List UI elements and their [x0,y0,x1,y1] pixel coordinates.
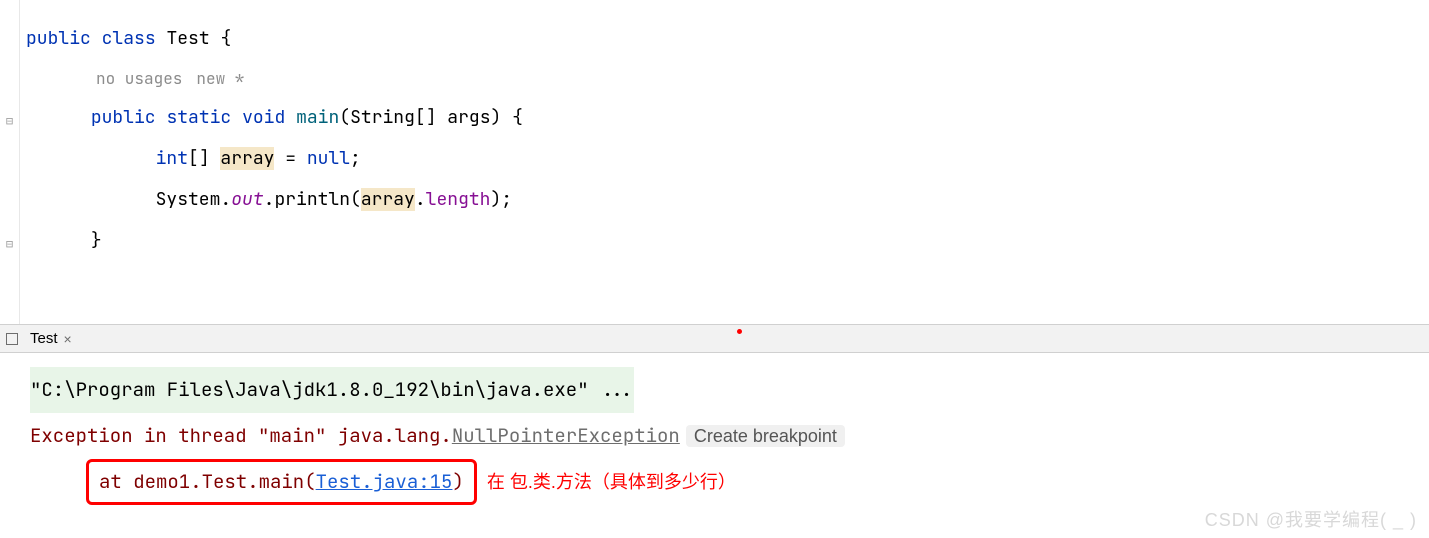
param-type: String[] [350,106,447,129]
assign: = [274,147,306,170]
console-output[interactable]: "C:\Program Files\Java\jdk1.8.0_192\bin\… [0,353,1429,505]
code-editor: ⊟ ⊟ public class Test { no usages new * p… [0,0,1429,325]
command-line: "C:\Program Files\Java\jdk1.8.0_192\bin\… [30,367,634,413]
field: out [231,188,263,211]
paren: ) [491,106,502,129]
usage-hint[interactable]: no usages [96,58,182,99]
paren: ( [339,106,350,129]
paren: ) [490,188,501,211]
exception-text: Exception in thread "main" java.lang. [30,423,452,448]
layout-icon[interactable] [2,333,22,345]
file-link[interactable]: Test.java:15 [316,469,453,494]
fold-toggle-icon[interactable]: ⊟ [6,113,13,129]
code-line: public static void main(String[] args) { [26,97,1429,138]
highlight-box: at demo1.Test.main(Test.java:15) [86,459,477,505]
vcs-hint[interactable]: new * [196,58,244,99]
code-content[interactable]: public class Test { no usages new * publi… [20,0,1429,324]
error-indicator-icon [737,329,742,334]
type: int [156,147,188,170]
code-line: System.out.println(array.length); [26,179,1429,220]
fold-toggle-icon[interactable]: ⊟ [6,236,13,252]
exception-link[interactable]: NullPointerException [452,423,680,448]
param-name: args [447,106,490,129]
variable-highlighted: array [361,188,415,211]
brace: { [501,106,523,129]
tab-label: Test [30,330,58,347]
run-config-tab[interactable]: Test × [22,328,80,349]
object: System. [156,188,232,211]
stack-location: demo1.Test.main [133,469,304,494]
close-icon[interactable]: × [64,331,72,347]
method-call: println [274,188,350,211]
brackets: [] [188,147,220,170]
code-line: public class Test { [26,18,1429,59]
keyword: public [91,106,156,129]
keyword: void [242,106,285,129]
watermark: CSDN @我要学编程( _ ) [1205,506,1417,532]
editor-gutter: ⊟ ⊟ [0,0,20,324]
code-line: int[] array = null; [26,138,1429,179]
stack-at: at [99,469,133,494]
paren: ( [304,469,315,494]
dot: . [264,188,275,211]
paren: ( [350,188,361,211]
keyword: public [26,27,91,50]
class-name: Test [166,27,209,50]
property: length [426,188,491,211]
create-breakpoint-button[interactable]: Create breakpoint [686,425,845,447]
semicolon: ; [350,147,361,170]
brace: { [210,27,232,50]
method-name: main [296,106,339,129]
run-tab-bar: Test × [0,325,1429,353]
console-line: Exception in thread "main" java.lang.Nul… [30,413,1429,459]
keyword: class [102,27,156,50]
keyword: static [166,106,231,129]
null-keyword: null [307,147,350,170]
dot: . [415,188,426,211]
paren: ) [452,469,463,494]
code-line: } [26,220,1429,261]
annotation-text: 在 包.类.方法（具体到多少行） [487,459,736,505]
inlay-hints: no usages new * [26,59,1429,97]
variable-highlighted: array [220,147,274,170]
console-line: "C:\Program Files\Java\jdk1.8.0_192\bin\… [30,367,1429,413]
brace: } [91,229,102,252]
stack-trace-row: at demo1.Test.main(Test.java:15) 在 包.类.方… [86,459,1429,505]
semicolon: ; [501,188,512,211]
